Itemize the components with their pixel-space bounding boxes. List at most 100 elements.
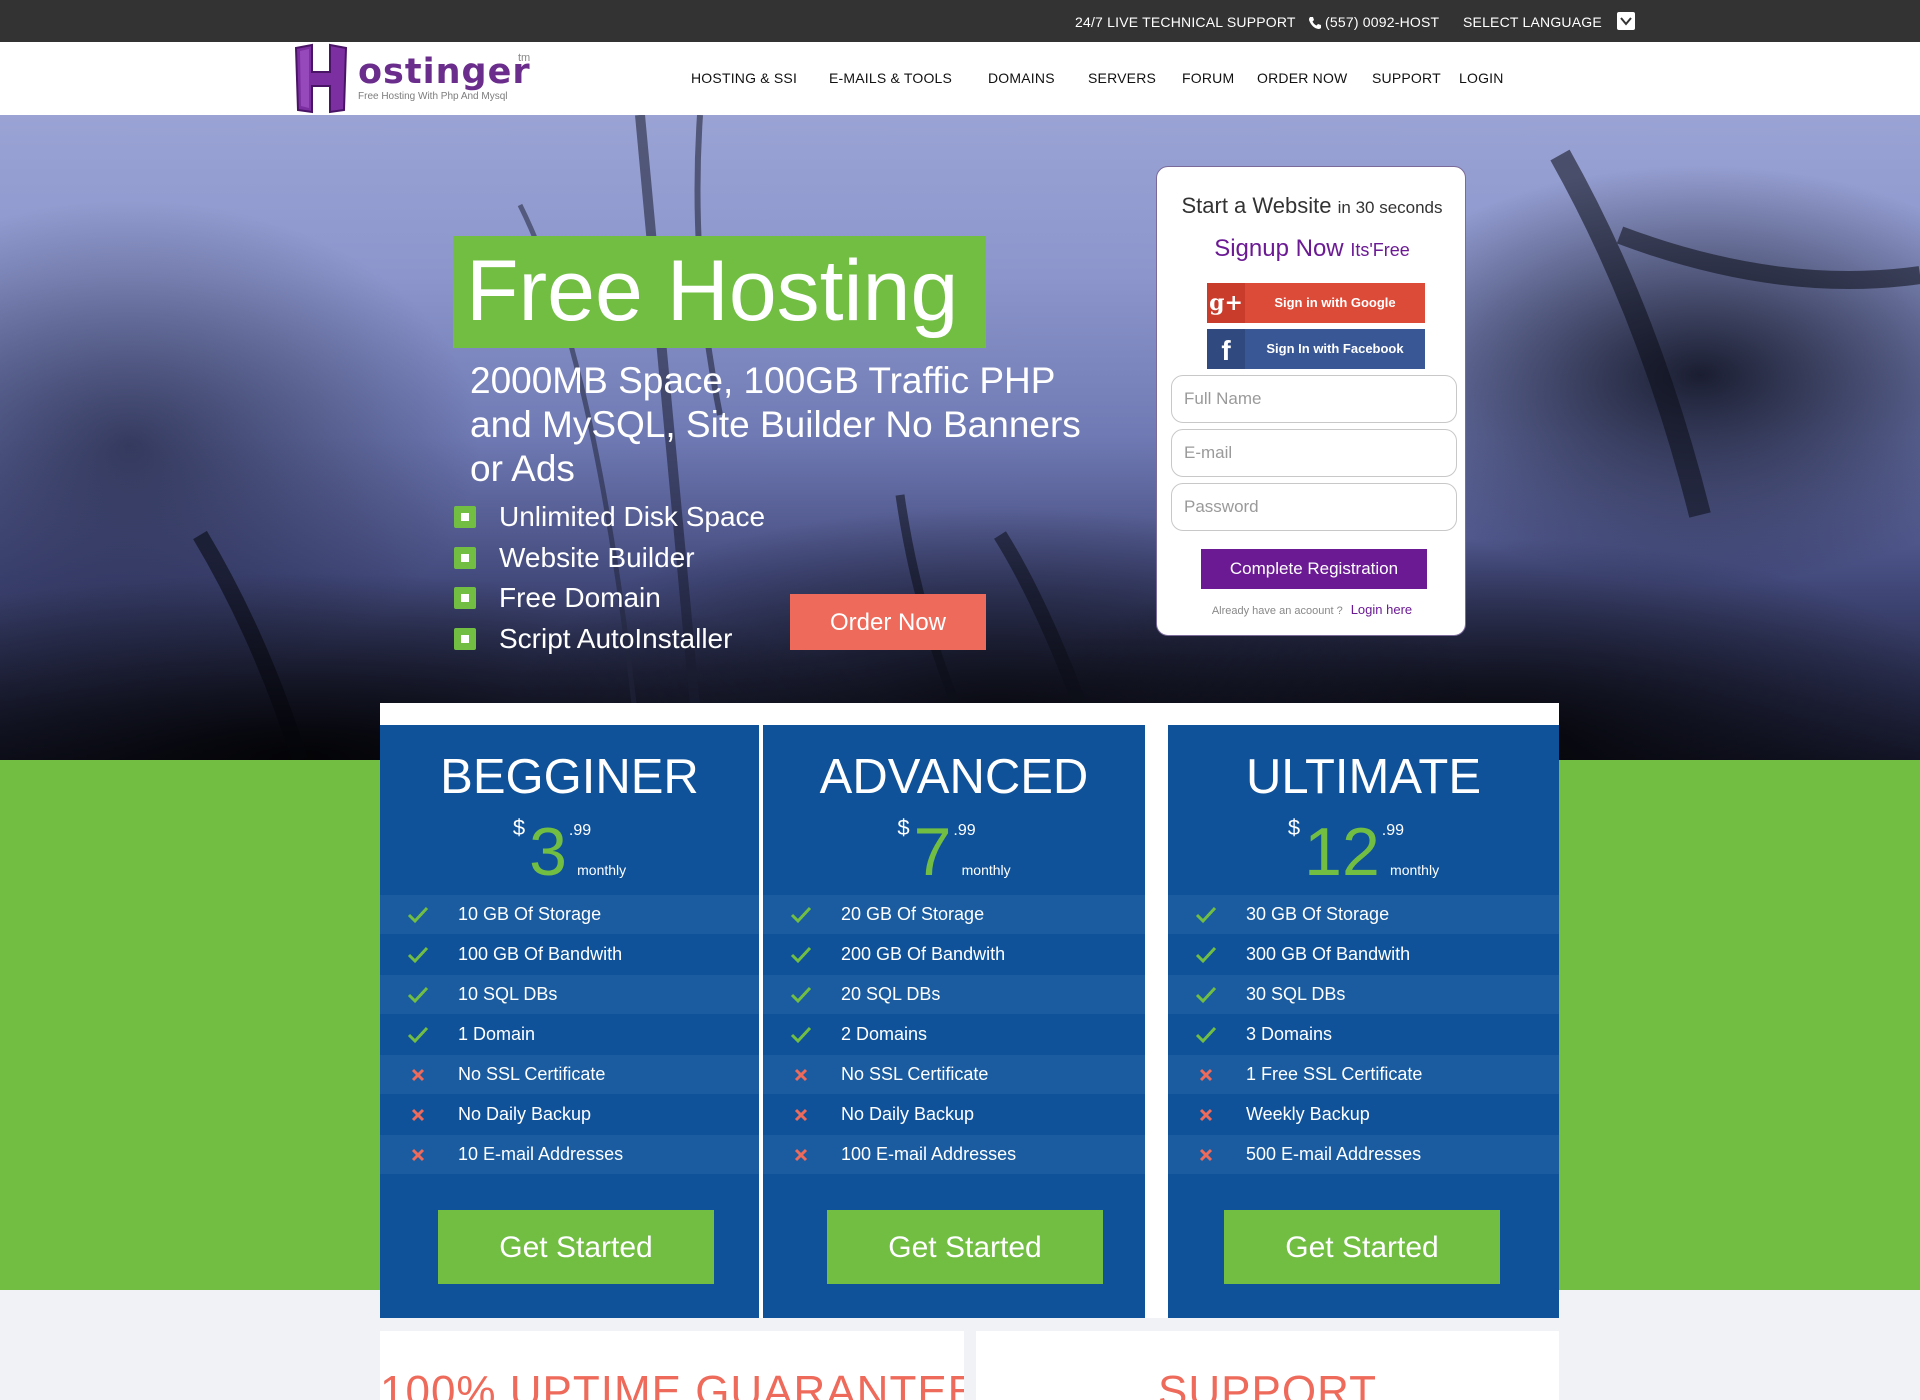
check-icon (1194, 983, 1218, 1007)
get-started-button[interactable]: Get Started (827, 1210, 1103, 1284)
facebook-icon: f (1207, 329, 1245, 369)
top-bar: 24/7 LIVE TECHNICAL SUPPORT (557) 0092-H… (0, 0, 1920, 42)
plan-feature-row: 20 GB Of Storage (763, 895, 1145, 934)
cross-icon (406, 1063, 430, 1087)
plan-price: $7.99monthly (897, 814, 1011, 890)
check-icon (789, 943, 813, 967)
plan-feature-text: 30 SQL DBs (1246, 984, 1346, 1004)
nav-forum[interactable]: FORUM (1182, 42, 1234, 115)
login-here-link[interactable]: Login here (1351, 602, 1412, 617)
cross-icon (789, 1103, 813, 1127)
phone-link[interactable]: (557) 0092-HOST (1308, 0, 1439, 42)
language-dropdown-button[interactable] (1617, 12, 1635, 30)
signup-card: Start a Website in 30 seconds Signup Now… (1156, 166, 1466, 636)
plan-feature-list: 20 GB Of Storage 200 GB Of Bandwith 20 SQL… (763, 895, 1145, 1175)
check-icon (1194, 903, 1218, 927)
plan-price: $12.99monthly (1287, 814, 1440, 890)
plan-feature-text: 1 Domain (458, 1024, 536, 1044)
plan-name: ADVANCED (819, 750, 1089, 804)
google-plus-icon: g+ (1207, 283, 1245, 323)
main-header: ostinger tm Free Hosting With Php And My… (0, 42, 1920, 116)
pricing-table: BEGGINER $3.99monthly 10 GB Of Storage 10… (380, 703, 1559, 1318)
get-started-button[interactable]: Get Started (1224, 1210, 1500, 1284)
chevron-down-icon (1620, 17, 1632, 26)
plan-feature-row: 500 E-mail Addresses (1168, 1135, 1559, 1174)
plan-feature-text: 10 GB Of Storage (458, 904, 602, 924)
support-heading: SUPPORT (1158, 1367, 1377, 1400)
check-icon (789, 983, 813, 1007)
password-field[interactable] (1171, 483, 1457, 531)
plan-feature-row: No Daily Backup (380, 1095, 759, 1134)
hero-subtitle: 2000MB Space, 100GB Traffic PHP and MySQ… (470, 360, 1081, 489)
nav-emails-tools[interactable]: E-MAILS & TOOLS (829, 42, 952, 115)
nav-domains[interactable]: DOMAINS (988, 42, 1055, 115)
check-icon (406, 943, 430, 967)
logo[interactable]: ostinger tm Free Hosting With Php And My… (290, 42, 540, 115)
plan-feature-row: No SSL Certificate (763, 1055, 1145, 1094)
nav-hosting-ssi[interactable]: HOSTING & SSI (691, 42, 797, 115)
plan-feature-row: 2 Domains (763, 1015, 1145, 1054)
complete-registration-button[interactable]: Complete Registration (1201, 549, 1427, 589)
plan-feature-row: 300 GB Of Bandwith (1168, 935, 1559, 974)
nav-support[interactable]: SUPPORT (1372, 42, 1441, 115)
nav-order-now[interactable]: ORDER NOW (1257, 42, 1347, 115)
signup-heading: Start a Website in 30 seconds (1181, 193, 1443, 218)
bullet-icon (454, 546, 476, 569)
plan-feature-row: 200 GB Of Bandwith (763, 935, 1145, 974)
hero-title: Free Hosting (466, 243, 959, 339)
plan-feature-text: No Daily Backup (841, 1104, 975, 1124)
plan-feature-text: 1 Free SSL Certificate (1246, 1064, 1423, 1084)
check-icon (789, 1023, 813, 1047)
email-field[interactable] (1171, 429, 1457, 477)
facebook-signin-button[interactable]: f Sign In with Facebook (1207, 329, 1425, 369)
bullet-icon (454, 627, 476, 650)
uptime-box: 100% UPTIME GUARANTEE (380, 1331, 964, 1400)
plan-feature-list: 10 GB Of Storage 100 GB Of Bandwith 10 SQL… (380, 895, 759, 1175)
logo-tagline: Free Hosting With Php And Mysql (358, 91, 508, 102)
phone-number: (557) 0092-HOST (1325, 14, 1440, 30)
check-icon (789, 903, 813, 927)
check-icon (406, 1023, 430, 1047)
nav-login[interactable]: LOGIN (1459, 42, 1504, 115)
bullet-icon (454, 587, 476, 609)
plan-feature-text: 20 GB Of Storage (841, 904, 985, 924)
plan-feature-text: No Daily Backup (458, 1104, 592, 1124)
plan-feature-text: 100 GB Of Bandwith (458, 944, 623, 964)
plan-feature-row: 20 SQL DBs (763, 975, 1145, 1014)
support-box: SUPPORT (976, 1331, 1559, 1400)
check-icon (1194, 1023, 1218, 1047)
plan-ultimate: ULTIMATE $12.99monthly 30 GB Of Storage 3… (1168, 725, 1559, 1318)
plan-feature-text: No SSL Certificate (458, 1064, 606, 1084)
google-signin-button[interactable]: g+ Sign in with Google (1207, 283, 1425, 323)
cross-icon (1194, 1063, 1218, 1087)
cross-icon (406, 1143, 430, 1167)
plan-feature-row: 10 SQL DBs (380, 975, 759, 1014)
logo-wordmark: ostinger (358, 52, 531, 92)
plan-name: ULTIMATE (1245, 750, 1482, 804)
plan-feature-text: 2 Domains (841, 1024, 928, 1044)
language-label[interactable]: SELECT LANGUAGE (1463, 0, 1602, 42)
plan-feature-row: 10 GB Of Storage (380, 895, 759, 934)
plan-feature-row: No Daily Backup (763, 1095, 1145, 1134)
get-started-button[interactable]: Get Started (438, 1210, 714, 1284)
logo-tm: tm (518, 52, 531, 64)
plan-feature-text: 10 SQL DBs (458, 984, 558, 1004)
cross-icon (789, 1063, 813, 1087)
plan-feature-text: 30 GB Of Storage (1246, 904, 1390, 924)
uptime-heading: 100% UPTIME GUARANTEE (380, 1367, 964, 1400)
plan-feature-text: 20 SQL DBs (841, 984, 941, 1004)
login-prompt: Already have an acoount ? Login here (1211, 602, 1413, 617)
plan-feature-row: 30 GB Of Storage (1168, 895, 1559, 934)
plan-feature-row: 100 E-mail Addresses (763, 1135, 1145, 1174)
full-name-field[interactable] (1171, 375, 1457, 423)
plan-feature-row: 10 E-mail Addresses (380, 1135, 759, 1174)
plan-feature-row: Weekly Backup (1168, 1095, 1559, 1134)
check-icon (1194, 943, 1218, 967)
cross-icon (406, 1103, 430, 1127)
plan-feature-text: No SSL Certificate (841, 1064, 989, 1084)
plan-feature-text: 500 E-mail Addresses (1246, 1144, 1422, 1164)
order-now-button[interactable]: Order Now (790, 594, 986, 650)
cross-icon (1194, 1143, 1218, 1167)
plan-name: BEGGINER (440, 750, 699, 804)
nav-servers[interactable]: SERVERS (1088, 42, 1156, 115)
